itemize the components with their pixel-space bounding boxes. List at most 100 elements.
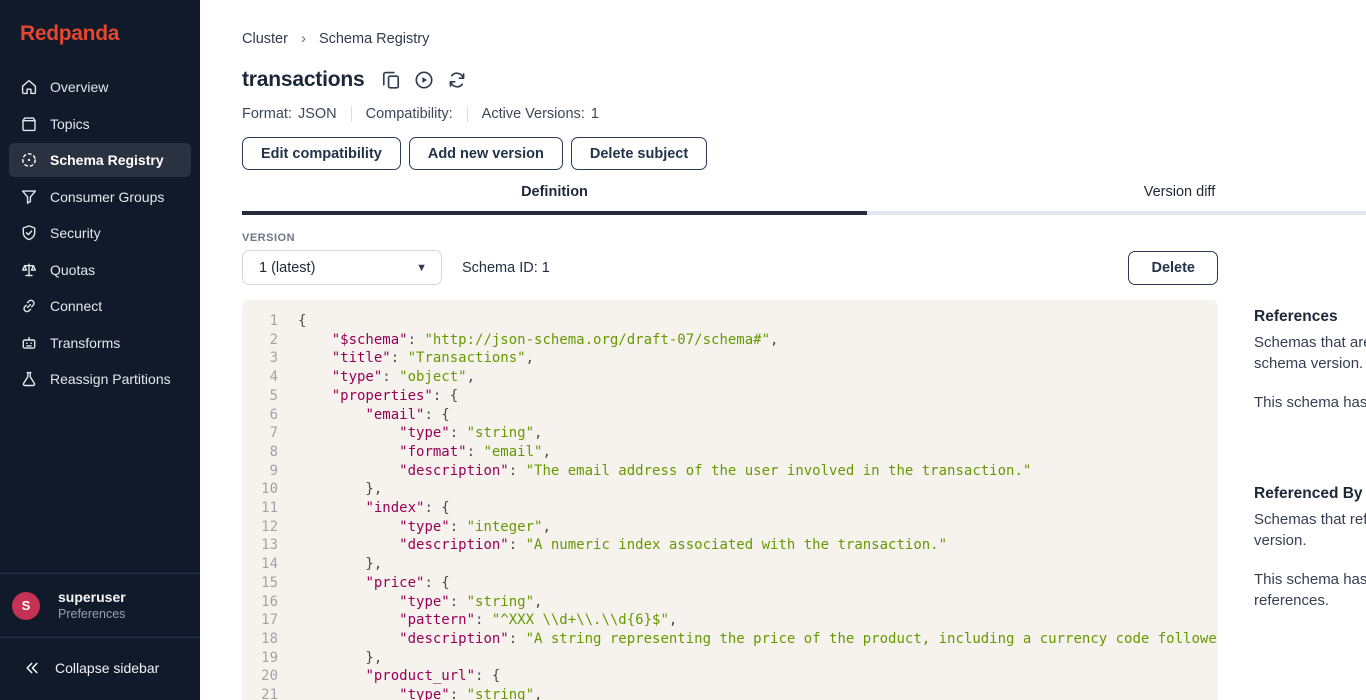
code-line: 6 "email": { — [242, 406, 1218, 425]
sidebar-item-label: Consumer Groups — [50, 189, 164, 205]
code-text: }, — [298, 649, 382, 668]
sidebar-item-overview[interactable]: Overview — [9, 70, 191, 104]
line-number: 9 — [242, 462, 278, 481]
code-text: "format": "email", — [298, 443, 551, 462]
code-line: 2 "$schema": "http://json-schema.org/dra… — [242, 331, 1218, 350]
box-icon — [20, 115, 38, 133]
code-line: 18 "description": "A string representing… — [242, 630, 1218, 649]
line-number: 21 — [242, 686, 278, 700]
line-number: 17 — [242, 611, 278, 630]
code-text: "pattern": "^XXX \\d+\\.\\d{6}$", — [298, 611, 677, 630]
code-text: "$schema": "http://json-schema.org/draft… — [298, 331, 778, 350]
user-profile[interactable]: S superuser Preferences — [0, 574, 200, 637]
sidebar-item-consumer-groups[interactable]: Consumer Groups — [9, 180, 191, 214]
code-line: 11 "index": { — [242, 499, 1218, 518]
meta-item: Active Versions:1 — [482, 106, 599, 122]
sidebar-item-schema-registry[interactable]: Schema Registry — [9, 143, 191, 177]
code-text: "type": "string", — [298, 424, 542, 443]
code-line: 12 "type": "integer", — [242, 518, 1218, 537]
tab-definition[interactable]: Definition — [242, 184, 867, 215]
line-number: 4 — [242, 368, 278, 387]
tab-version-diff[interactable]: Version diff — [867, 184, 1366, 215]
meta-value: 1 — [591, 106, 599, 122]
code-text: "type": "string", — [298, 686, 542, 700]
flask-icon — [20, 370, 38, 388]
code-text: }, — [298, 480, 382, 499]
sidebar-item-label: Security — [50, 225, 101, 241]
line-number: 2 — [242, 331, 278, 350]
code-text: { — [298, 312, 306, 331]
code-line: 9 "description": "The email address of t… — [242, 462, 1218, 481]
preferences-link[interactable]: Preferences — [58, 606, 126, 623]
sidebar-item-label: Quotas — [50, 262, 95, 278]
line-number: 20 — [242, 667, 278, 686]
sidebar-item-label: Topics — [50, 116, 90, 132]
line-number: 14 — [242, 555, 278, 574]
code-text: "description": "The email address of the… — [298, 462, 1031, 481]
referenced-by-title: Referenced By — [1254, 483, 1366, 504]
code-line: 14 }, — [242, 555, 1218, 574]
sidebar-item-connect[interactable]: Connect — [9, 289, 191, 323]
line-number: 19 — [242, 649, 278, 668]
main-content: Cluster›Schema Registry transactions For… — [200, 0, 1366, 700]
line-number: 1 — [242, 312, 278, 331]
code-line: 17 "pattern": "^XXX \\d+\\.\\d{6}$", — [242, 611, 1218, 630]
home-icon — [20, 78, 38, 96]
breadcrumb-item[interactable]: Schema Registry — [319, 31, 429, 47]
subject-actions: Edit compatibilityAdd new versionDelete … — [242, 137, 1366, 170]
references-title: References — [1254, 306, 1366, 327]
schema-code-editor[interactable]: 1 {2 "$schema": "http://json-schema.org/d… — [242, 300, 1218, 700]
sidebar-item-label: Reassign Partitions — [50, 371, 171, 387]
refresh-icon[interactable] — [447, 70, 467, 90]
double-chevron-left-icon — [24, 660, 40, 676]
sidebar-item-reassign-partitions[interactable]: Reassign Partitions — [9, 362, 191, 396]
funnel-icon — [20, 188, 38, 206]
references-status: This schema has no references. — [1254, 392, 1366, 413]
breadcrumb-item[interactable]: Cluster — [242, 31, 288, 47]
meta-label: Format: — [242, 106, 292, 122]
edit-compatibility-button[interactable]: Edit compatibility — [242, 137, 401, 170]
link-icon — [20, 297, 38, 315]
delete-subject-button[interactable]: Delete subject — [571, 137, 707, 170]
sidebar-item-quotas[interactable]: Quotas — [9, 253, 191, 287]
sidebar-item-security[interactable]: Security — [9, 216, 191, 250]
code-line: 19 }, — [242, 649, 1218, 668]
code-line: 10 }, — [242, 480, 1218, 499]
references-panel: References Schemas that are referenced b… — [1254, 300, 1366, 700]
dashed-scan-icon — [20, 151, 38, 169]
references-description: Schemas that are referenced by this sche… — [1254, 332, 1366, 374]
sidebar-item-label: Overview — [50, 79, 108, 95]
code-line: 15 "price": { — [242, 574, 1218, 593]
line-number: 6 — [242, 406, 278, 425]
sidebar-item-label: Connect — [50, 298, 102, 314]
add-new-version-button[interactable]: Add new version — [409, 137, 563, 170]
version-label: VERSION — [242, 232, 1366, 244]
code-line: 21 "type": "string", — [242, 686, 1218, 700]
schema-id: Schema ID: 1 — [462, 260, 550, 276]
sidebar-item-topics[interactable]: Topics — [9, 107, 191, 141]
sidebar-item-transforms[interactable]: Transforms — [9, 326, 191, 360]
tab-bar: DefinitionVersion diff — [242, 184, 1366, 215]
collapse-sidebar-label: Collapse sidebar — [55, 660, 159, 676]
code-text: "type": "string", — [298, 593, 542, 612]
meta-label: Compatibility: — [366, 106, 453, 122]
code-line: 4 "type": "object", — [242, 368, 1218, 387]
meta-value: JSON — [298, 106, 337, 122]
copy-icon[interactable] — [381, 70, 401, 90]
page-title: transactions — [242, 68, 364, 92]
code-line: 13 "description": "A numeric index assoc… — [242, 536, 1218, 555]
meta-item: Format: JSON — [242, 106, 337, 122]
code-text: "price": { — [298, 574, 450, 593]
version-select[interactable]: 1 (latest) ▼ — [242, 250, 442, 285]
shield-check-icon — [20, 224, 38, 242]
collapse-sidebar-button[interactable]: Collapse sidebar — [0, 638, 200, 700]
line-number: 15 — [242, 574, 278, 593]
chevron-down-icon: ▼ — [416, 262, 427, 274]
sidebar-nav: Overview Topics Schema Registry Consumer Gr… — [0, 70, 200, 399]
code-line: 7 "type": "string", — [242, 424, 1218, 443]
play-circle-icon[interactable] — [414, 70, 434, 90]
code-text: "description": "A string representing th… — [298, 630, 1217, 649]
delete-version-button[interactable]: Delete — [1128, 251, 1218, 285]
robot-icon — [20, 334, 38, 352]
code-line: 16 "type": "string", — [242, 593, 1218, 612]
